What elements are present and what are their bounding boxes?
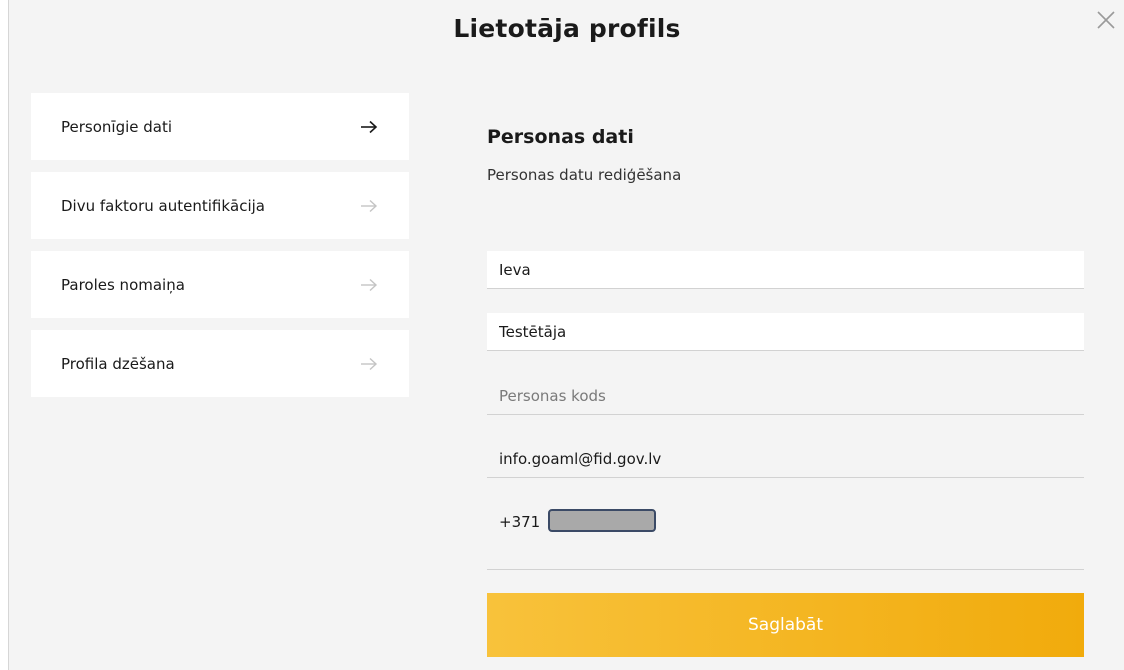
arrow-right-icon	[361, 120, 378, 133]
user-profile-modal: Lietotāja profils Personīgie dati Divu f…	[8, 0, 1124, 670]
arrow-right-icon	[361, 199, 378, 212]
nav-item-label: Divu faktoru autentifikācija	[61, 196, 265, 215]
personal-code-input[interactable]	[487, 377, 1084, 414]
email-input[interactable]	[487, 440, 1084, 477]
nav-item-two-factor[interactable]: Divu faktoru autentifikācija	[31, 172, 409, 239]
email-field	[487, 440, 1084, 478]
personal-code-field	[487, 377, 1084, 415]
nav-item-label: Personīgie dati	[61, 117, 173, 136]
phone-field[interactable]: +371	[487, 504, 1084, 570]
section-subtitle: Personas datu rediģēšana	[487, 166, 682, 184]
close-icon	[1097, 11, 1115, 29]
nav-item-change-password[interactable]: Paroles nomaiņa	[31, 251, 409, 318]
nav-item-label: Profila dzēšana	[61, 354, 175, 373]
last-name-field	[487, 313, 1084, 351]
modal-title: Lietotāja profils	[453, 14, 681, 43]
first-name-field	[487, 251, 1084, 289]
nav-item-personal-data[interactable]: Personīgie dati	[31, 93, 409, 160]
section-title: Personas dati	[487, 126, 634, 148]
phone-prefix: +371	[499, 513, 541, 531]
nav-item-delete-profile[interactable]: Profila dzēšana	[31, 330, 409, 397]
arrow-right-icon	[361, 357, 378, 370]
nav-item-label: Paroles nomaiņa	[61, 275, 185, 294]
last-name-input[interactable]	[487, 313, 1084, 350]
personal-data-panel: Personas dati Personas datu rediģēšana +…	[487, 120, 1084, 570]
arrow-right-icon	[361, 278, 378, 291]
profile-side-nav: Personīgie dati Divu faktoru autentifikā…	[31, 93, 409, 409]
first-name-input[interactable]	[487, 251, 1084, 288]
save-button[interactable]: Saglabāt	[487, 593, 1084, 657]
redacted-phone-number	[548, 509, 656, 532]
close-button[interactable]	[1092, 6, 1120, 34]
